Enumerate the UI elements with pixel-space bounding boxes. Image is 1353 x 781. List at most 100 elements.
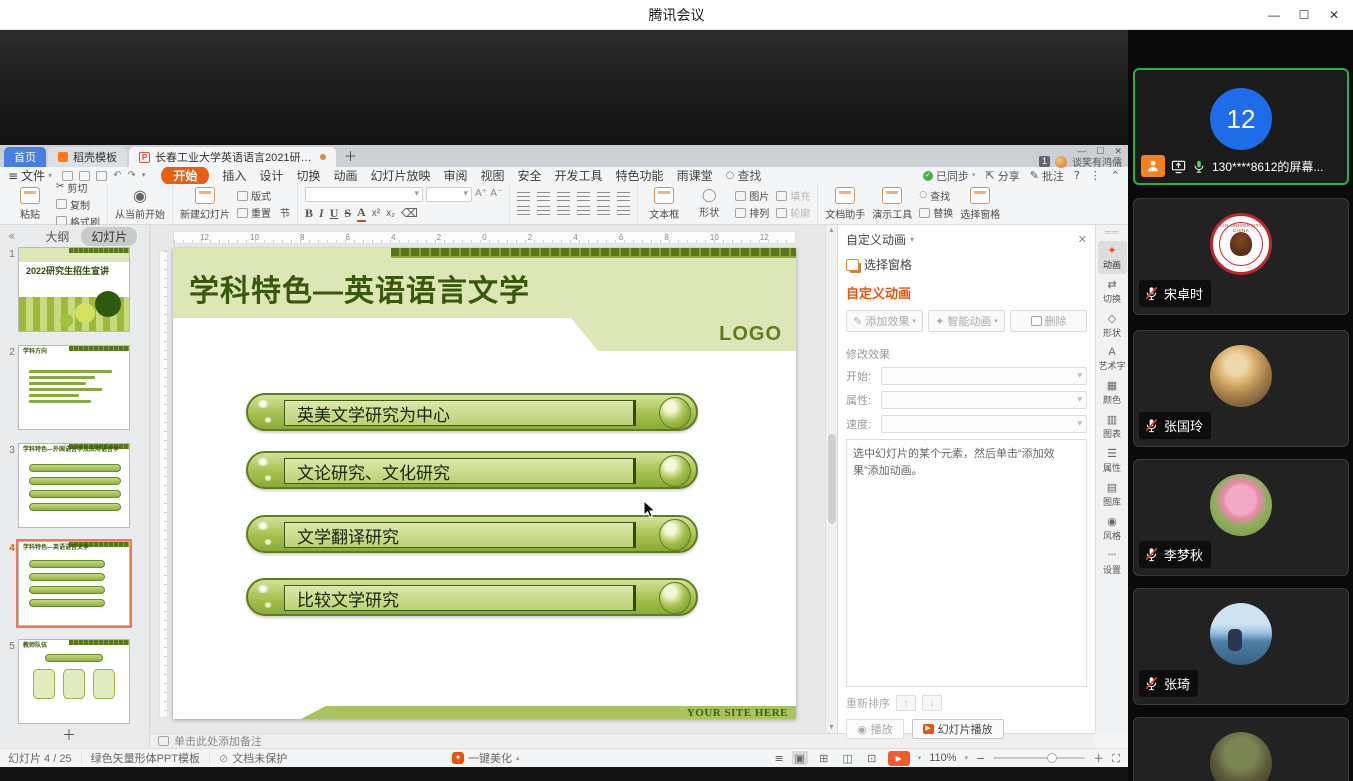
fill-button[interactable]: 填充 xyxy=(776,188,810,203)
fit-screen-icon[interactable]: ⛶ xyxy=(1112,753,1120,764)
add-effect-button[interactable]: ✎添加效果▾ xyxy=(846,310,923,332)
selection-pane-button[interactable]: 选择窗格 xyxy=(846,256,1087,273)
font-size-select[interactable]: ▾ xyxy=(426,187,472,202)
start-select[interactable]: ▾ xyxy=(881,367,1087,385)
tab-devtools[interactable]: 开发工具 xyxy=(555,167,603,184)
new-tab-button[interactable]: ＋ xyxy=(344,146,357,167)
sidetool-wordart[interactable]: A艺术字 xyxy=(1098,343,1127,375)
columns-icon[interactable] xyxy=(617,206,630,216)
strikethrough-button[interactable]: S xyxy=(344,206,351,221)
sidetool-settings[interactable]: 设置 xyxy=(1098,560,1127,579)
speed-select[interactable]: ▾ xyxy=(881,415,1087,433)
minimize-icon[interactable]: — xyxy=(1259,8,1289,22)
tab-view[interactable]: 视图 xyxy=(481,167,505,184)
numbered-list-icon[interactable] xyxy=(537,192,550,202)
participant-tile-screen-share[interactable]: 12 130****8612的屏幕... xyxy=(1133,68,1349,185)
tab-animation[interactable]: 动画 xyxy=(333,167,357,184)
decrease-font-icon[interactable]: A⁻ xyxy=(490,189,502,199)
outline-button[interactable]: 轮廓 xyxy=(776,205,810,220)
comment-button[interactable]: ✎批注 xyxy=(1030,168,1064,184)
new-slide-button[interactable]: 新建幻灯片 xyxy=(180,187,230,221)
replace-button[interactable]: 替换 xyxy=(919,205,953,220)
tab-home[interactable]: 首页 xyxy=(4,147,46,167)
play-slideshow-button[interactable]: ▶ xyxy=(888,751,910,766)
font-family-select[interactable]: ▾ xyxy=(305,187,423,202)
tab-start[interactable]: 开始 xyxy=(161,166,209,185)
zoom-in-icon[interactable]: ＋ xyxy=(1093,753,1104,764)
justify-icon[interactable] xyxy=(577,206,590,216)
slide-5-thumbnail[interactable]: 教师队伍 xyxy=(18,639,130,724)
italic-button[interactable]: I xyxy=(319,206,324,221)
slides-tab[interactable]: 幻灯片 xyxy=(81,227,137,246)
slide-bullet-pill-4[interactable]: 比较文学研究 xyxy=(246,578,698,616)
zoom-level[interactable]: 110% xyxy=(929,752,956,764)
decrease-indent-icon[interactable] xyxy=(557,192,570,202)
sidetool-color[interactable]: ▦颜色 xyxy=(1098,376,1127,409)
share-button[interactable]: ⇱分享 xyxy=(986,168,1020,184)
participant-tile[interactable]: 李梦秋 xyxy=(1133,459,1349,576)
tab-slideshow[interactable]: 幻灯片放映 xyxy=(370,167,430,184)
animation-list[interactable]: 选中幻灯片的某个元素，然后单击“添加效果”添加动画。 xyxy=(846,439,1087,687)
participant-tile-partial[interactable] xyxy=(1133,717,1349,781)
slide-2-thumbnail[interactable]: 学科方向 xyxy=(18,345,130,430)
property-select[interactable]: ▾ xyxy=(881,391,1087,409)
text-direction-icon[interactable] xyxy=(617,192,630,202)
tab-features[interactable]: 特色功能 xyxy=(616,167,664,184)
subscript-button[interactable]: x₂ xyxy=(386,208,395,219)
layout-button[interactable]: 版式 xyxy=(237,188,290,203)
slide-canvas[interactable]: 12108 642 024 6810 12 学科特色—英语语言文学 xyxy=(150,225,837,733)
slide-bullet-pill-3[interactable]: 文学翻译研究 xyxy=(246,515,698,553)
tab-review[interactable]: 审阅 xyxy=(443,167,467,184)
canvas-scrollbar[interactable]: ▲ ▼ xyxy=(825,225,837,733)
slideshow-play-button[interactable]: ▶幻灯片播放 xyxy=(912,719,1004,739)
play-from-current-button[interactable]: ◉从当前开始 xyxy=(115,188,165,221)
participant-tile[interactable]: JILIN UNIVERSITY · CHINA 宋卓时 xyxy=(1133,198,1349,315)
clear-format-icon[interactable]: ⌫ xyxy=(401,207,418,219)
superscript-button[interactable]: x² xyxy=(372,208,380,219)
align-center-icon[interactable] xyxy=(537,206,550,216)
bold-button[interactable]: B xyxy=(305,206,313,221)
reset-button[interactable]: 重置节 xyxy=(237,205,290,220)
section-button[interactable]: 节 xyxy=(280,205,290,220)
slideshow-view-button[interactable]: ⊡ xyxy=(864,751,880,765)
normal-view-button[interactable]: ▣ xyxy=(792,751,808,765)
tab-rain-classroom[interactable]: 雨课堂 xyxy=(677,167,713,184)
shapes-button[interactable]: ◯形状 xyxy=(690,189,728,219)
sidetool-chart[interactable]: ▥图表 xyxy=(1098,410,1127,443)
undo-icon[interactable]: ↶ xyxy=(113,171,121,181)
sidetool-transition[interactable]: ⇄切换 xyxy=(1098,275,1127,308)
delete-effect-button[interactable]: 删除 xyxy=(1010,310,1087,332)
sync-status[interactable]: ✓已同步▾ xyxy=(923,168,976,184)
file-menu[interactable]: ≡文件▾ xyxy=(8,167,52,184)
tab-design[interactable]: 设计 xyxy=(259,167,283,184)
add-slide-button[interactable]: ＋ xyxy=(62,725,76,745)
picture-button[interactable]: 图片 xyxy=(735,188,769,203)
sidetool-gallery[interactable]: ▤图库 xyxy=(1098,478,1127,511)
tab-templates[interactable]: 稻壳模板 xyxy=(48,147,127,167)
bullet-list-icon[interactable] xyxy=(517,192,530,202)
slide-bullet-pill-1[interactable]: 英美文学研究为中心 xyxy=(246,393,698,431)
line-spacing-icon[interactable] xyxy=(597,192,610,202)
paste-button[interactable]: 粘贴 xyxy=(11,187,49,221)
maximize-icon[interactable]: ☐ xyxy=(1289,8,1319,22)
notification-badge[interactable]: 1 xyxy=(1039,156,1050,167)
distribute-icon[interactable] xyxy=(597,206,610,216)
increase-indent-icon[interactable] xyxy=(577,192,590,202)
selection-pane-button[interactable]: 选择窗格 xyxy=(960,187,1000,221)
slide-logo-text[interactable]: LOGO xyxy=(719,323,782,346)
align-right-icon[interactable] xyxy=(557,206,570,216)
more-icon[interactable]: ⋮ xyxy=(1090,170,1101,181)
customize-toolbar-icon[interactable]: ▾ xyxy=(142,172,146,179)
participant-tile[interactable]: 张琦 xyxy=(1133,588,1349,705)
textbox-button[interactable]: 文本框 xyxy=(645,187,683,221)
copy-button[interactable]: 复制 xyxy=(56,197,100,212)
slide-title[interactable]: 学科特色—英语语言文学 xyxy=(189,266,530,310)
arrange-button[interactable]: 排列 xyxy=(735,205,769,220)
slide-bullet-pill-2[interactable]: 文论研究、文化研究 xyxy=(246,451,698,489)
account-area[interactable]: 1 谈笑有鸿儒 xyxy=(1039,154,1122,169)
slide-editing-surface[interactable]: 学科特色—英语语言文学 LOGO 英美文学研究为中心 文论研究、文化研究 xyxy=(173,248,796,719)
increase-font-icon[interactable]: A⁺ xyxy=(475,189,487,199)
tab-insert[interactable]: 插入 xyxy=(222,167,246,184)
zoom-slider-knob[interactable] xyxy=(1047,753,1057,763)
participant-tile[interactable]: 张国玲 xyxy=(1133,330,1349,447)
